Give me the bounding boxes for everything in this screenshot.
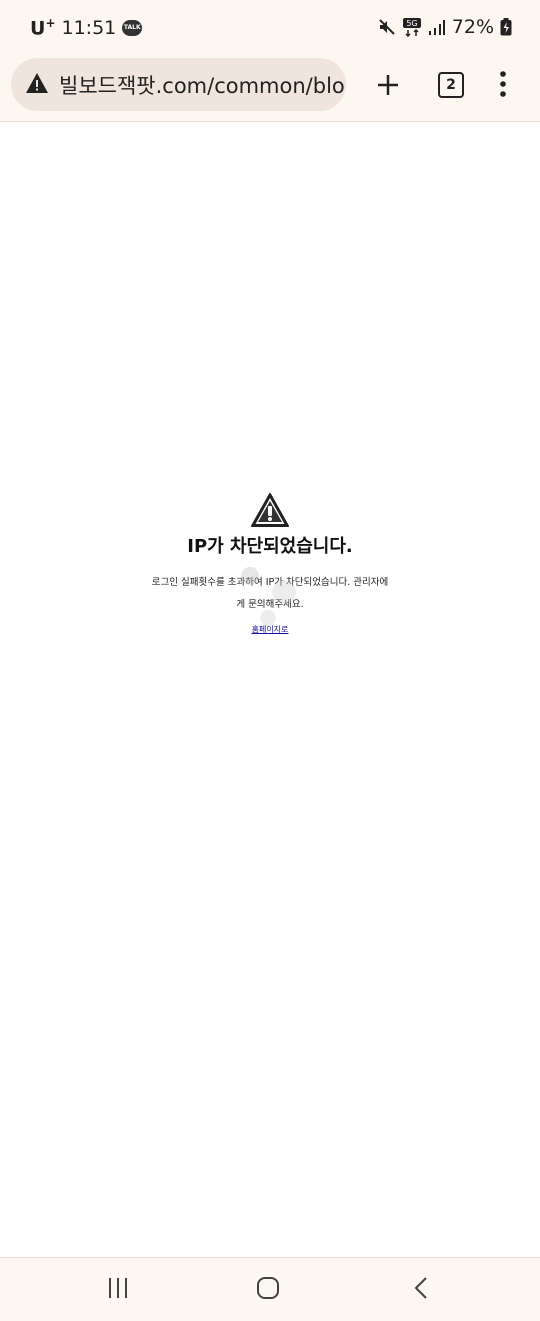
overflow-menu-button[interactable] <box>495 69 511 99</box>
status-right: 5G 72% <box>372 16 512 38</box>
back-button[interactable] <box>410 1276 434 1304</box>
tab-switcher-button[interactable]: 2 <box>438 72 464 98</box>
network-5g-icon: 5G <box>402 17 422 37</box>
battery-percent: 72% <box>451 16 494 38</box>
new-tab-button[interactable] <box>372 69 404 101</box>
page-content: IP가 차단되었습니다. 로그인 실패횟수를 초과하여 IP가 차단되었습니다.… <box>0 122 540 1257</box>
home-icon <box>257 1277 279 1299</box>
clock: 11:51 <box>61 16 117 39</box>
battery-charging-icon <box>500 18 512 36</box>
loading-spinner-icon <box>241 567 296 626</box>
recent-apps-button[interactable] <box>106 1276 130 1304</box>
carrier-label: U+ <box>30 16 56 40</box>
browser-toolbar: 빌보드잭팟.com/common/bloc 2 <box>0 57 540 122</box>
system-nav-bar <box>0 1257 540 1321</box>
plus-icon <box>378 75 398 95</box>
address-bar[interactable]: 빌보드잭팟.com/common/bloc <box>11 58 346 111</box>
signal-strength-icon <box>428 18 446 36</box>
warning-icon <box>251 493 289 527</box>
svg-text:5G: 5G <box>406 19 417 28</box>
not-secure-warning-icon[interactable] <box>25 72 49 98</box>
more-vertical-icon <box>500 71 506 97</box>
kakaotalk-notification-icon: TALK <box>122 19 143 36</box>
page-title: IP가 차단되었습니다. <box>187 536 353 557</box>
home-button[interactable] <box>256 1276 280 1304</box>
status-left: U+ 11:51 TALK <box>30 16 143 40</box>
url-text[interactable]: 빌보드잭팟.com/common/bloc <box>59 70 346 100</box>
chevron-left-icon <box>414 1277 427 1299</box>
mute-icon <box>378 18 396 36</box>
status-bar: U+ 11:51 TALK 5G 72% <box>0 0 540 57</box>
recent-apps-icon <box>109 1278 127 1298</box>
